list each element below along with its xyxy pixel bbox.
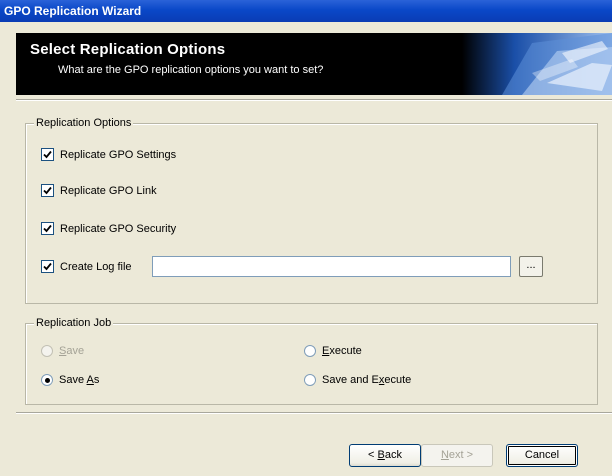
radio-circle[interactable]	[41, 345, 53, 357]
save-label-rest: ave	[66, 345, 85, 357]
create-log-file-checkbox[interactable]: Create Log file	[41, 260, 132, 273]
save-as-radio-label: Save As	[59, 374, 100, 386]
checkbox-box[interactable]	[41, 148, 54, 161]
checkbox-label: Replicate GPO Link	[60, 184, 157, 197]
page-subtitle: What are the GPO replication options you…	[58, 64, 324, 76]
page-title: Select Replication Options	[30, 41, 226, 58]
save-as-radio[interactable]: Save As	[41, 374, 99, 386]
radio-circle[interactable]	[304, 345, 316, 357]
radio-selected-dot	[44, 377, 50, 383]
replicate-gpo-settings-checkbox[interactable]: Replicate GPO Settings	[41, 148, 176, 161]
checkbox-label: Replicate GPO Settings	[60, 148, 177, 161]
checkmark-icon	[43, 224, 52, 233]
next-button-label: Next >	[440, 449, 474, 461]
replication-options-legend: Replication Options	[34, 117, 134, 129]
execute-radio-label: Execute	[322, 345, 362, 357]
save-radio[interactable]: Save	[41, 345, 84, 357]
checkmark-icon	[43, 150, 52, 159]
replication-job-group: Replication Job	[25, 317, 598, 405]
execute-radio[interactable]: Execute	[304, 345, 362, 357]
title-bar[interactable]: GPO Replication Wizard	[0, 0, 612, 22]
back-button[interactable]: < Back	[349, 444, 421, 467]
checkmark-icon	[43, 262, 52, 271]
replicate-gpo-security-checkbox[interactable]: Replicate GPO Security	[41, 222, 176, 235]
replicate-gpo-link-checkbox[interactable]: Replicate GPO Link	[41, 184, 157, 197]
window-title: GPO Replication Wizard	[4, 4, 142, 18]
browse-button[interactable]: ...	[519, 256, 543, 277]
back-button-label: < Back	[368, 449, 402, 461]
radio-circle[interactable]	[41, 374, 53, 386]
header-divider	[16, 99, 612, 101]
footer-divider	[16, 412, 612, 414]
log-file-path-input[interactable]	[152, 256, 511, 277]
replication-job-legend: Replication Job	[34, 317, 114, 329]
banner-graphic-icon	[462, 33, 612, 95]
checkbox-box[interactable]	[41, 222, 54, 235]
save-and-execute-radio[interactable]: Save and Execute	[304, 374, 411, 386]
save-and-execute-radio-label: Save and Execute	[322, 374, 412, 386]
checkbox-label: Replicate GPO Security	[60, 222, 177, 235]
checkbox-box[interactable]	[41, 260, 54, 273]
cancel-button[interactable]: Cancel	[506, 444, 578, 467]
radio-circle[interactable]	[304, 374, 316, 386]
checkbox-box[interactable]	[41, 184, 54, 197]
wizard-window: GPO Replication Wizard Select Replicatio…	[0, 0, 612, 476]
save-radio-label: Save	[59, 345, 84, 357]
header-banner: Select Replication Options What are the …	[16, 33, 612, 95]
checkmark-icon	[43, 186, 52, 195]
next-button[interactable]: Next >	[421, 444, 493, 467]
checkbox-label: Create Log file	[60, 260, 132, 273]
